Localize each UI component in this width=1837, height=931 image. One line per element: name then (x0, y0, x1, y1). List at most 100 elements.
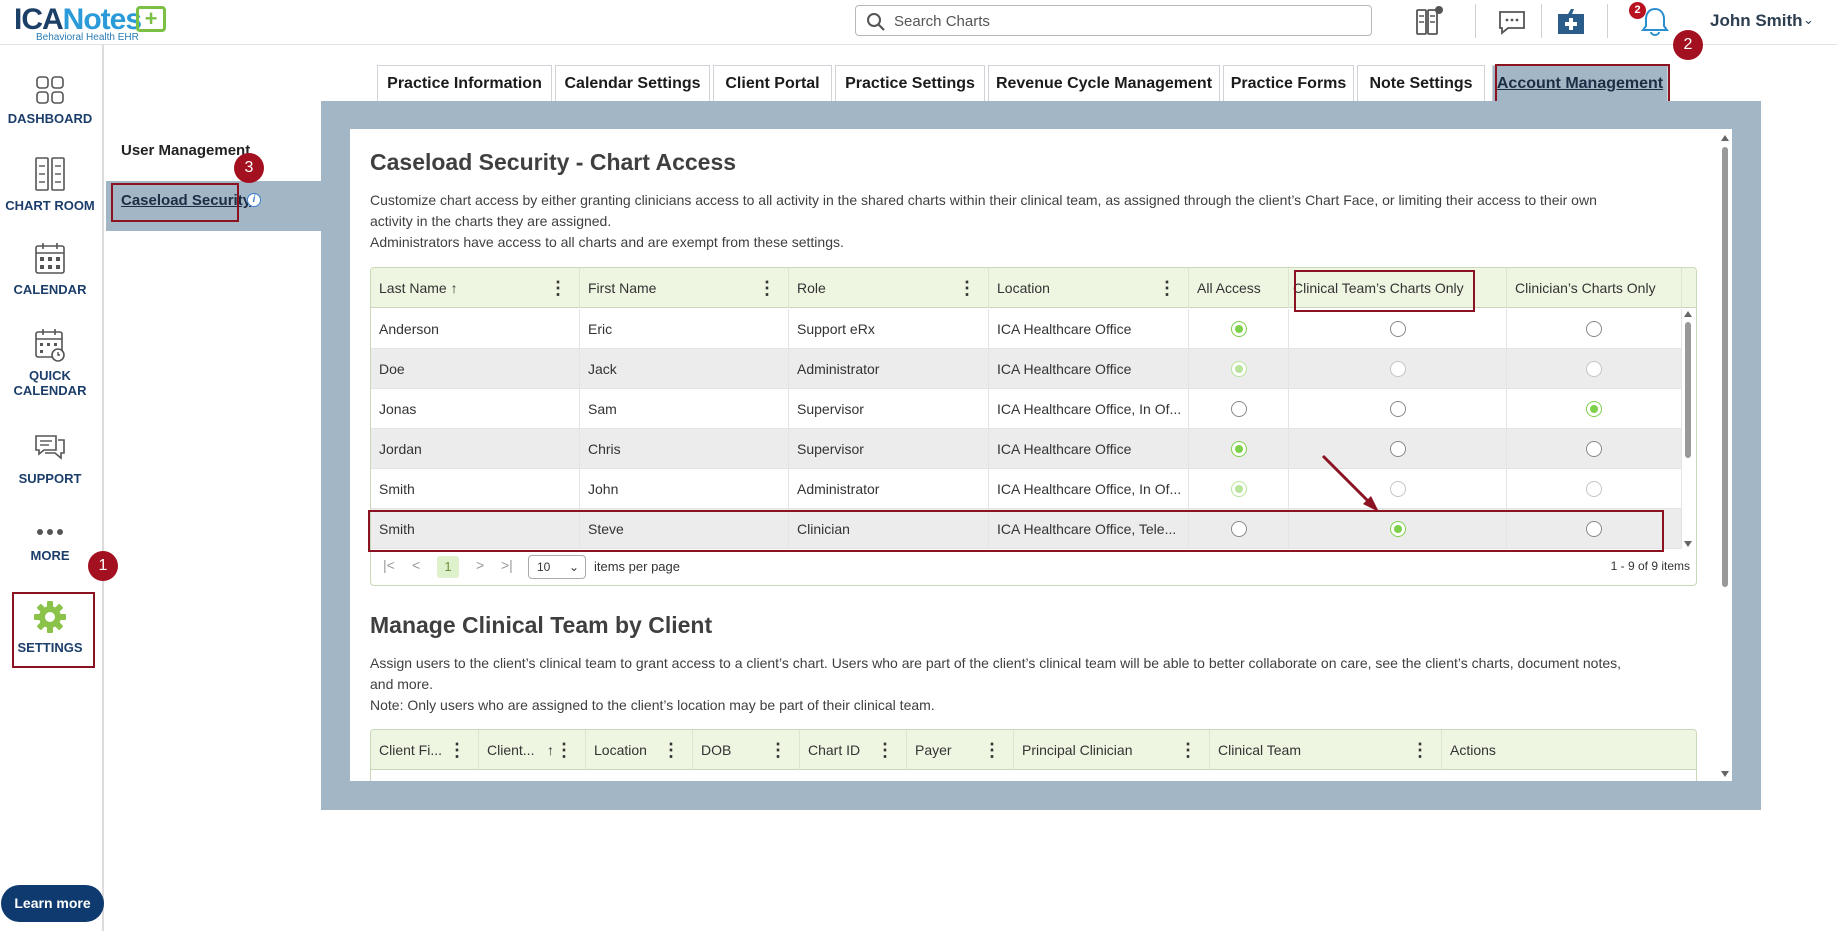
column-header-location[interactable]: Location ⋮ (586, 730, 693, 770)
tab-practice-information[interactable]: Practice Information (377, 65, 552, 101)
column-menu-icon[interactable]: ⋮ (876, 730, 894, 770)
column-menu-icon[interactable]: ⋮ (758, 268, 776, 308)
sidebar-item-label: DASHBOARD (7, 111, 93, 126)
page-1-button[interactable]: 1 (437, 556, 459, 578)
table-row: Smith John Administrator ICA Healthcare Off… (371, 469, 1682, 509)
messages-icon[interactable] (1494, 4, 1530, 38)
prev-page-button[interactable]: < (412, 557, 420, 573)
column-header-payer[interactable]: Payer ⋮ (907, 730, 1014, 770)
radio-all-access[interactable] (1231, 441, 1247, 457)
column-header-clinical-team[interactable]: Clinical Team ⋮ (1210, 730, 1442, 770)
sidebar-item-support[interactable]: SUPPORT (0, 433, 100, 486)
column-header-dob[interactable]: DOB ⋮ (693, 730, 800, 770)
support-icon (35, 435, 65, 460)
search-icon (867, 13, 885, 31)
tab-revenue-cycle-management[interactable]: Revenue Cycle Management (988, 65, 1220, 101)
tab-calendar-settings[interactable]: Calendar Settings (555, 65, 710, 101)
caseload-desc-line: activity in the charts they are assigned… (370, 213, 612, 229)
caseload-desc-line: Administrators have access to all charts… (370, 234, 844, 250)
tab-client-portal[interactable]: Client Portal (713, 65, 832, 101)
radio-clinician-access[interactable] (1586, 401, 1602, 417)
radio-clinician-access[interactable] (1586, 441, 1602, 457)
column-label: Principal Clinician (1022, 742, 1133, 758)
column-menu-icon[interactable]: ⋮ (769, 730, 787, 770)
table-row: Jordan Chris Supervisor ICA Healthcare Offi… (371, 429, 1682, 469)
sidebar-item-quick-calendar[interactable]: QUICK CALENDAR (0, 328, 100, 398)
rx-icon[interactable] (1553, 4, 1589, 38)
clinical-team-desc-line: and more. (370, 676, 434, 692)
column-menu-icon[interactable]: ⋮ (1158, 268, 1176, 308)
clinical-team-desc-line: Assign users to the client’s clinical te… (370, 655, 1622, 671)
charts-icon[interactable] (1411, 4, 1447, 38)
search-input[interactable] (894, 10, 1354, 32)
clinical-team-desc-line: Note: Only users who are assigned to the… (370, 697, 935, 713)
radio-team-access[interactable] (1390, 441, 1406, 457)
cell-last: Smith (371, 469, 580, 509)
chart-room-icon (35, 157, 65, 191)
column-menu-icon[interactable]: ⋮ (549, 268, 567, 308)
sidebar-item-label: CALENDAR (13, 383, 87, 398)
highlight-caseload-security (111, 183, 239, 222)
radio-clinician-access[interactable] (1586, 321, 1602, 337)
caseload-description: Customize chart access by either grantin… (370, 190, 1597, 253)
sidebar-item-more[interactable]: MORE (0, 522, 100, 563)
column-menu-icon[interactable]: ⋮ (448, 730, 466, 770)
search-box[interactable] (855, 5, 1372, 36)
table-row: Jonas Sam Supervisor ICA Healthcare Office,… (371, 389, 1682, 429)
sidebar-item-chart-room[interactable]: CHART ROOM (0, 156, 100, 213)
content-panel: Caseload Security - Chart Access Customi… (350, 129, 1732, 781)
cell-location: ICA Healthcare Office (989, 309, 1189, 349)
first-page-button[interactable]: |< (383, 557, 395, 573)
radio-team-access[interactable] (1390, 401, 1406, 417)
chevron-down-icon[interactable]: ⌄ (1803, 12, 1814, 28)
sidebar-item-calendar[interactable]: CALENDAR (0, 242, 100, 297)
subnav-user-management[interactable]: User Management (121, 142, 250, 159)
tab-note-settings[interactable]: Note Settings (1357, 65, 1485, 101)
step-marker-1: 1 (88, 551, 118, 581)
radio-team-access[interactable] (1390, 321, 1406, 337)
column-menu-icon[interactable]: ⋮ (662, 730, 680, 770)
radio-clinician-access (1586, 481, 1602, 497)
tab-practice-forms[interactable]: Practice Forms (1223, 65, 1354, 101)
panel-scrollbar[interactable] (1720, 133, 1730, 779)
grid-scrollbar[interactable] (1682, 309, 1694, 549)
logo-tagline: Behavioral Health EHR (36, 32, 139, 43)
next-page-button[interactable]: > (476, 557, 484, 573)
column-header-client-last[interactable]: Client... ↑ ⋮ (479, 730, 586, 770)
sidebar: DASHBOARD CHART ROOM CALENDAR QUICK CALE… (0, 45, 104, 931)
column-label: Clinical Team (1218, 742, 1301, 758)
user-menu[interactable]: John Smith (1710, 11, 1803, 31)
clinical-team-description: Assign users to the client’s clinical te… (370, 653, 1621, 716)
column-menu-icon[interactable]: ⋮ (983, 730, 1001, 770)
column-header-client-first[interactable]: Client Fi... ⋮ (371, 730, 479, 770)
divider (1475, 4, 1476, 38)
table-row: Anderson Eric Support eRx ICA Healthcare Of… (371, 309, 1682, 349)
column-header-last-name[interactable]: Last Name ↑ ⋮ (371, 268, 580, 308)
column-menu-icon[interactable]: ⋮ (958, 268, 976, 308)
cell-location: ICA Healthcare Office, In Of... (989, 469, 1189, 509)
column-label: Role (797, 280, 826, 296)
column-header-chart-id[interactable]: Chart ID ⋮ (800, 730, 907, 770)
per-page-select[interactable]: 10 ⌄ (528, 555, 586, 579)
info-icon[interactable]: i (247, 193, 261, 207)
radio-all-access (1231, 481, 1247, 497)
column-menu-icon[interactable]: ⋮ (555, 730, 573, 770)
column-menu-icon[interactable]: ⋮ (1411, 730, 1429, 770)
column-menu-icon[interactable]: ⋮ (1179, 730, 1197, 770)
step-marker-2: 2 (1673, 30, 1703, 60)
sidebar-item-dashboard[interactable]: DASHBOARD (0, 75, 100, 126)
learn-more-button[interactable]: Learn more (1, 885, 104, 922)
table-row: Doe Jack Administrator ICA Healthcare Offic… (371, 349, 1682, 389)
sort-arrow-icon: ↑ (547, 742, 554, 758)
column-header-principal-clinician[interactable]: Principal Clinician ⋮ (1014, 730, 1210, 770)
radio-all-access[interactable] (1231, 321, 1247, 337)
column-header-first-name[interactable]: First Name ⋮ (580, 268, 789, 308)
column-header-role[interactable]: Role ⋮ (789, 268, 989, 308)
last-page-button[interactable]: >| (501, 557, 513, 573)
column-label: First Name (588, 280, 657, 296)
column-header-location[interactable]: Location ⋮ (989, 268, 1189, 308)
radio-all-access[interactable] (1231, 401, 1247, 417)
tab-practice-settings[interactable]: Practice Settings (835, 65, 985, 101)
cell-first: Chris (580, 429, 789, 469)
cell-first: Sam (580, 389, 789, 429)
